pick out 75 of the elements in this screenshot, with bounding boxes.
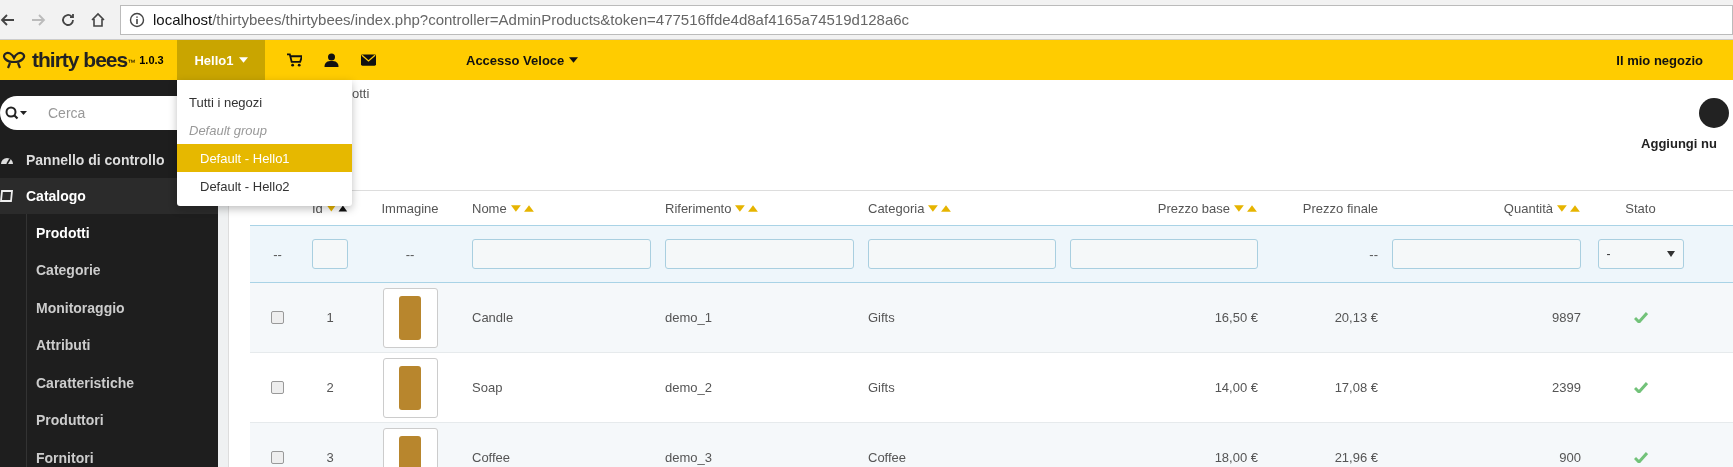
table-cell: Coffee — [868, 450, 907, 465]
table-cell: 900 — [1559, 450, 1581, 465]
filter-input[interactable] — [312, 239, 348, 269]
user-icon[interactable] — [324, 53, 339, 67]
version-label: 1.0.3 — [139, 54, 164, 66]
table-cell: 21,96 € — [1334, 450, 1378, 465]
table-cell: 20,13 € — [1334, 310, 1378, 325]
column-header: Immagine — [381, 200, 439, 216]
check-icon[interactable] — [1633, 382, 1648, 393]
table-cell: 3 — [326, 450, 334, 465]
table-cell: 14,00 € — [1214, 380, 1258, 395]
table-cell: Coffee — [472, 450, 511, 465]
my-shop-link[interactable]: Il mio negozio — [1616, 52, 1703, 68]
check-icon[interactable] — [1633, 312, 1648, 323]
logo-text: thirty bees — [32, 48, 128, 72]
photo-placeholder — [399, 295, 421, 340]
back-icon[interactable] — [0, 11, 16, 28]
column-header: Categoria — [868, 200, 925, 216]
search-icon[interactable] — [4, 106, 28, 120]
cart-icon[interactable] — [287, 53, 302, 67]
table-cell: 2 — [326, 380, 334, 395]
filter-input[interactable] — [868, 239, 1056, 269]
table-cell: 9897 — [1552, 310, 1581, 325]
filter-placeholder-dash: -- — [1369, 246, 1378, 262]
quick-access-menu[interactable]: Accesso Veloce — [466, 52, 579, 68]
table-cell: Soap — [472, 380, 503, 395]
address-bar[interactable]: localhost/thirtybees/thirtybees/index.php?controller=AdminProducts&token=477516ffde4d8af4165a74519d128a6c — [120, 4, 1733, 35]
row-checkbox[interactable] — [271, 381, 284, 394]
table-cell: Gifts — [868, 310, 895, 325]
filter-input[interactable] — [472, 239, 651, 269]
row-checkbox[interactable] — [271, 311, 284, 324]
photo-placeholder — [399, 365, 421, 410]
column-header: Prezzo finale — [1302, 200, 1378, 216]
table-cell: demo_1 — [665, 310, 712, 325]
filter-input[interactable] — [1070, 239, 1258, 269]
table-cell: Gifts — [868, 380, 895, 395]
envelope-icon[interactable] — [361, 53, 376, 67]
sidebar-submenu-item[interactable]: Caratteristiche — [27, 364, 218, 402]
table-cell: 1 — [326, 310, 334, 325]
column-header: Riferimento — [665, 200, 732, 216]
breadcrumb: otti — [352, 86, 370, 101]
table-cell: 2399 — [1552, 380, 1581, 395]
table-cell: demo_2 — [665, 380, 712, 395]
table-cell: Candle — [472, 310, 514, 325]
table-cell: demo_3 — [665, 450, 712, 465]
column-header: Quantità — [1503, 200, 1553, 216]
sidebar-submenu-item[interactable]: Prodotti — [27, 214, 218, 252]
add-circle-icon[interactable] — [1699, 98, 1729, 128]
row-checkbox[interactable] — [271, 451, 284, 464]
column-header: Prezzo base — [1157, 200, 1230, 216]
filter-input[interactable] — [1392, 239, 1581, 269]
column-header: Nome — [472, 200, 507, 216]
filter-placeholder-dash: -- — [273, 246, 282, 262]
sidebar-submenu-item[interactable]: Fornitori — [27, 439, 218, 467]
filter-input[interactable] — [665, 239, 854, 269]
home-icon[interactable] — [90, 11, 106, 28]
reload-icon[interactable] — [60, 11, 76, 28]
filter-placeholder-dash: -- — [405, 246, 415, 262]
column-header: Stato — [1625, 200, 1656, 216]
check-icon[interactable] — [1633, 452, 1648, 463]
caret-icon — [569, 57, 579, 63]
sidebar-submenu-item[interactable]: Attributi — [27, 326, 218, 364]
table-cell: 17,08 € — [1334, 380, 1378, 395]
info-icon — [129, 11, 145, 28]
status-filter-select[interactable]: - — [1597, 239, 1684, 269]
add-new-label[interactable]: Aggiungi nu — [1641, 136, 1717, 151]
sidebar-submenu-item[interactable]: Categorie — [27, 251, 218, 289]
table-cell: 18,00 € — [1214, 450, 1258, 465]
trademark-sign: ™ — [127, 58, 136, 67]
sidebar-submenu-item[interactable]: Produttori — [27, 401, 218, 439]
sidebar-submenu-item[interactable]: Monitoraggio — [27, 289, 218, 327]
photo-placeholder — [399, 435, 421, 467]
table-cell: 16,50 € — [1214, 310, 1258, 325]
caret-icon — [1666, 251, 1675, 257]
caret-icon — [238, 57, 248, 63]
